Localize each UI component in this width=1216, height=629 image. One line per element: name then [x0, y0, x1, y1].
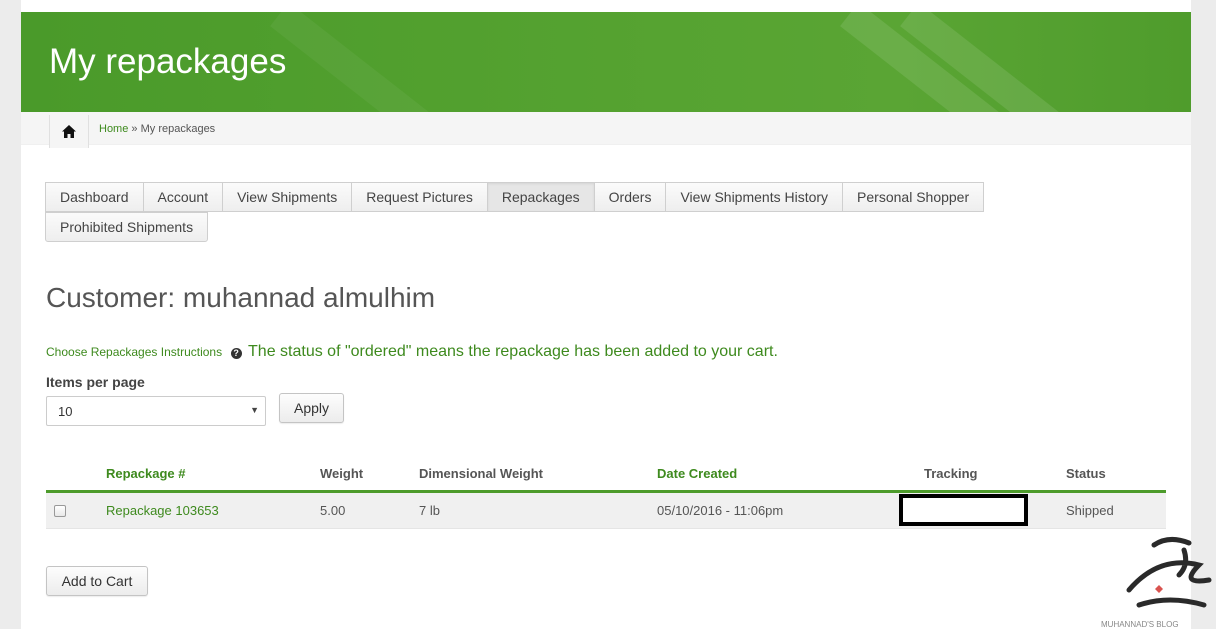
instructions-line: Choose Repackages Instructions ? The sta…: [46, 343, 778, 361]
add-to-cart-button[interactable]: Add to Cart: [46, 566, 148, 596]
table-header-row: Repackage # Weight Dimensional Weight Da…: [46, 457, 1166, 493]
row-date-created: 05/10/2016 - 11:06pm: [657, 491, 897, 529]
header-weight: Weight: [320, 457, 419, 493]
breadcrumb: Home » My repackages: [21, 112, 1191, 148]
breadcrumb-trail: Home » My repackages: [99, 123, 215, 135]
items-per-page-select[interactable]: 10 ▼: [46, 396, 266, 426]
header-status: Status: [1066, 457, 1166, 493]
repackage-instructions-link[interactable]: Choose Repackages Instructions: [46, 345, 222, 359]
breadcrumb-current: My repackages: [140, 123, 216, 135]
table-row: Repackage 103653 5.00 7 lb 05/10/2016 - …: [46, 491, 1166, 529]
page-container: My repackages Home » My repackages Dashb…: [21, 0, 1191, 629]
tab-dashboard[interactable]: Dashboard: [45, 182, 144, 212]
row-weight: 5.00: [320, 491, 419, 529]
customer-heading: Customer: muhannad almulhim: [46, 282, 436, 313]
question-circle-icon[interactable]: ?: [230, 348, 242, 359]
breadcrumb-home-link[interactable]: Home: [99, 123, 128, 135]
tab-row-2: Prohibited Shipments: [45, 212, 1005, 242]
row-dimensional-weight: 7 lb: [419, 491, 657, 529]
tab-prohibited-shipments[interactable]: Prohibited Shipments: [45, 212, 209, 242]
status-note: The status of "ordered" means the repack…: [248, 343, 778, 360]
account-tabs: Dashboard Account View Shipments Request…: [45, 182, 1005, 242]
header-repackage-number[interactable]: Repackage #: [106, 457, 320, 493]
tab-orders[interactable]: Orders: [594, 182, 667, 212]
dropdown-arrow-icon: ▼: [250, 405, 259, 415]
home-button[interactable]: [49, 115, 89, 148]
top-strip: [21, 0, 1191, 12]
tab-request-pictures[interactable]: Request Pictures: [352, 182, 488, 212]
items-per-page-label: Items per page: [46, 374, 145, 390]
blog-watermark-logo: MUHANNAD'S BLOG: [1101, 537, 1212, 629]
header-select: [46, 457, 106, 493]
repackages-table: Repackage # Weight Dimensional Weight Da…: [46, 457, 1166, 529]
tab-row-1: Dashboard Account View Shipments Request…: [45, 182, 1005, 212]
header-tracking: Tracking: [897, 457, 1066, 493]
apply-button[interactable]: Apply: [279, 393, 344, 423]
tab-personal-shopper[interactable]: Personal Shopper: [843, 182, 985, 212]
row-tracking: [897, 491, 1066, 529]
header-dimensional-weight: Dimensional Weight: [419, 457, 657, 493]
row-select-checkbox[interactable]: [54, 505, 66, 518]
tracking-redaction: [899, 494, 1028, 526]
tab-repackages[interactable]: Repackages: [487, 182, 595, 212]
home-icon: [62, 125, 76, 138]
items-per-page-value: 10: [58, 404, 73, 419]
header-date-created[interactable]: Date Created: [657, 457, 897, 493]
tab-view-shipments[interactable]: View Shipments: [223, 182, 353, 212]
page-title: My repackages: [49, 42, 287, 81]
page-banner: My repackages: [21, 12, 1191, 112]
tab-account[interactable]: Account: [143, 182, 224, 212]
watermark-text: MUHANNAD'S BLOG: [1101, 620, 1179, 629]
repackage-link[interactable]: Repackage 103653: [106, 503, 219, 518]
tab-view-shipments-history[interactable]: View Shipments History: [666, 182, 844, 212]
breadcrumb-separator: »: [131, 123, 138, 135]
row-status: Shipped: [1066, 491, 1166, 529]
